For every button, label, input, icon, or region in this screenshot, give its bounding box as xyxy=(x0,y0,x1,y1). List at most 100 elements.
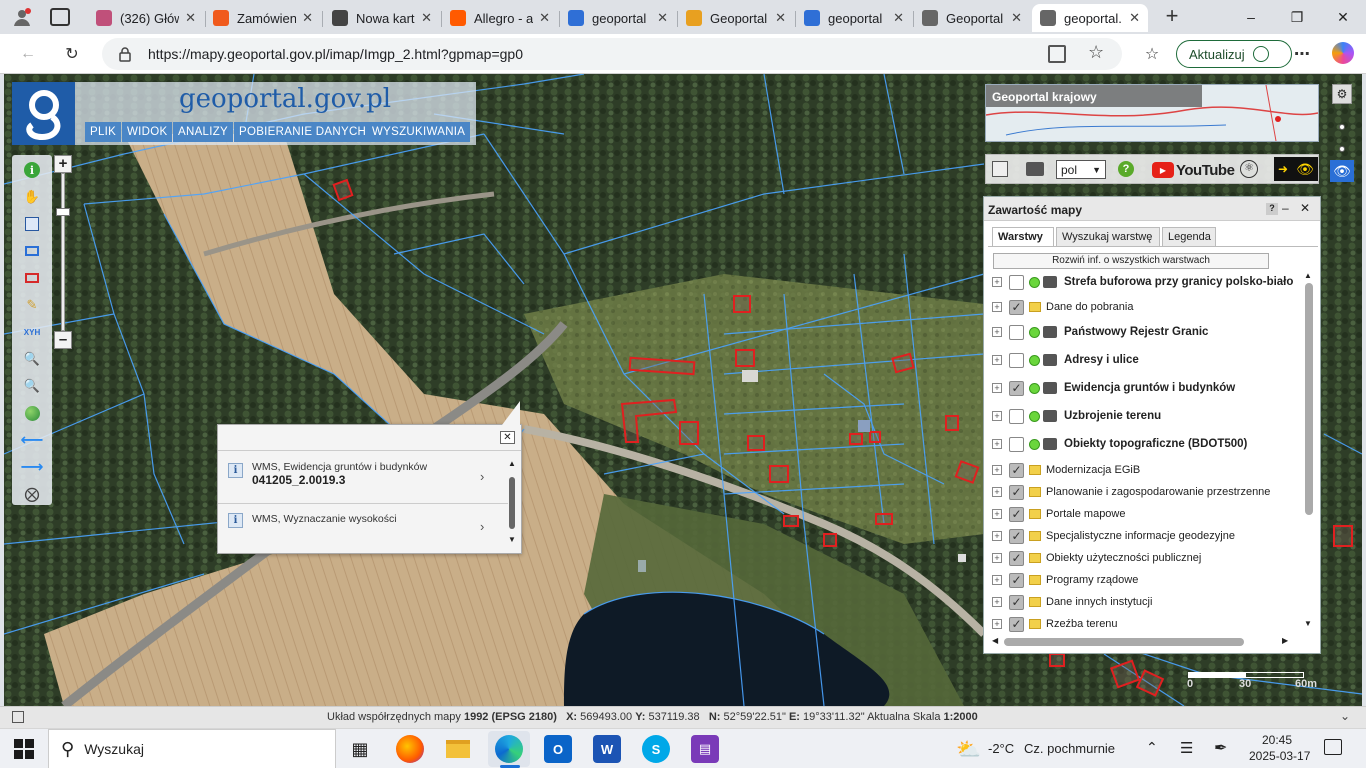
back-view-arrow-icon[interactable]: ⟵ xyxy=(21,430,44,450)
expand-all-button[interactable]: Rozwiń inf. o wszystkich warstwach xyxy=(993,253,1269,269)
youtube-button[interactable]: ▶ YouTube xyxy=(1152,160,1235,180)
browser-tab[interactable]: Zamówien ✕ xyxy=(205,4,321,32)
legend-list-icon[interactable] xyxy=(22,214,42,234)
expand-plus-icon[interactable]: + xyxy=(992,619,1002,629)
scroll-thumb[interactable] xyxy=(1305,283,1313,515)
globe-icon[interactable] xyxy=(22,403,42,423)
layers-vertical-scrollbar[interactable]: ▲ ▼ xyxy=(1304,271,1314,631)
zoom-handle[interactable] xyxy=(56,208,70,216)
layer-checkbox[interactable] xyxy=(1009,436,1024,452)
expand-plus-icon[interactable]: + xyxy=(992,411,1002,421)
zoom-in-icon[interactable]: 🔍 xyxy=(22,349,42,369)
tab-warstwy[interactable]: Warstwy xyxy=(992,227,1054,247)
layer-checkbox[interactable]: ✓ xyxy=(1009,550,1024,566)
expand-plus-icon[interactable]: + xyxy=(992,575,1002,585)
close-window-button[interactable]: ✕ xyxy=(1320,0,1366,34)
hscroll-thumb[interactable] xyxy=(1004,638,1244,646)
menu-wyszukiwania[interactable]: WYSZUKIWANIA xyxy=(367,122,471,142)
popup-scroll-up-icon[interactable]: ▲ xyxy=(508,459,516,468)
layer-row[interactable]: + ✓ Dane do pobrania xyxy=(992,296,1133,318)
browser-tab[interactable]: Geoportal ✕ xyxy=(678,4,794,32)
expand-plus-icon[interactable]: + xyxy=(992,509,1002,519)
tab-actions-icon[interactable] xyxy=(50,8,70,26)
layer-checkbox[interactable] xyxy=(1009,324,1024,340)
layer-row[interactable]: + Uzbrojenie terenu xyxy=(992,405,1161,427)
browser-tab[interactable]: Allegro - a ✕ xyxy=(442,4,558,32)
tab-close-icon[interactable]: ✕ xyxy=(539,10,550,26)
more-menu-icon[interactable]: ⋯ xyxy=(1288,40,1316,68)
layer-row[interactable]: + ✓ Rzeźba terenu xyxy=(992,613,1118,633)
new-tab-button[interactable]: + xyxy=(1160,5,1184,28)
browser-tab[interactable]: geoportal ✕ xyxy=(560,4,676,32)
panel-minimize-icon[interactable]: – xyxy=(1282,201,1289,215)
windows-start-icon[interactable] xyxy=(14,739,34,759)
firefox-icon[interactable] xyxy=(396,735,424,763)
notification-icon[interactable] xyxy=(1324,739,1342,755)
layer-row[interactable]: + Państwowy Rejestr Granic xyxy=(992,321,1208,343)
overview-minimap[interactable]: Geoportal krajowy xyxy=(985,84,1319,142)
copilot-icon[interactable] xyxy=(1332,42,1354,64)
lock-icon[interactable] xyxy=(118,46,132,65)
layer-row[interactable]: + ✓ Dane innych instytucji xyxy=(992,591,1152,613)
weather-text[interactable]: Cz. pochmurnie xyxy=(1024,741,1115,756)
favorite-star-icon[interactable]: ☆ xyxy=(1088,42,1104,63)
expand-plus-icon[interactable]: + xyxy=(992,465,1002,475)
layers-horizontal-scrollbar[interactable]: ◀ ▶ xyxy=(992,636,1292,647)
high-contrast-button[interactable]: ➜ 👁 xyxy=(1274,157,1318,181)
layer-checkbox[interactable] xyxy=(1009,352,1024,368)
browser-tab[interactable]: Geoportal ✕ xyxy=(914,4,1030,32)
layer-row[interactable]: + ✓ Portale mapowe xyxy=(992,503,1126,525)
popup-item-height[interactable]: i WMS, Wyznaczanie wysokości › xyxy=(228,507,503,543)
url-bar[interactable]: https://mapy.geoportal.gov.pl/imap/Imgp_… xyxy=(102,38,1122,70)
popup-scroll-down-icon[interactable]: ▼ xyxy=(508,535,516,544)
layer-checkbox[interactable]: ✓ xyxy=(1009,299,1024,315)
zoom-out-icon[interactable]: 🔍 xyxy=(22,376,42,396)
pan-hand-icon[interactable]: ✋ xyxy=(22,187,42,207)
visibility-eye-icon[interactable]: 👁 xyxy=(1330,160,1354,182)
popup-scrollbar[interactable]: ▲ ▼ xyxy=(507,459,517,547)
zoom-track[interactable] xyxy=(61,173,65,331)
weather-temp[interactable]: -2°C xyxy=(988,741,1014,756)
layer-checkbox[interactable] xyxy=(1009,408,1024,424)
tab-close-icon[interactable]: ✕ xyxy=(185,10,196,26)
wms-service-icon[interactable] xyxy=(1026,162,1044,176)
menu-pobieranie-danych[interactable]: POBIERANIE DANYCH xyxy=(234,122,372,142)
tab-close-icon[interactable]: ✕ xyxy=(657,10,668,26)
zoom-minus-button[interactable]: – xyxy=(54,331,72,349)
layer-checkbox[interactable]: ✓ xyxy=(1009,572,1024,588)
layer-row[interactable]: + Strefa buforowa przy granicy polsko-bia… xyxy=(992,271,1293,293)
tab-close-icon[interactable]: ✕ xyxy=(421,10,432,26)
layer-checkbox[interactable]: ✓ xyxy=(1009,616,1024,632)
table-icon[interactable] xyxy=(992,161,1008,177)
status-resize-icon[interactable] xyxy=(12,711,24,723)
app-available-icon[interactable] xyxy=(1048,45,1066,63)
task-view-icon[interactable]: ▦ xyxy=(346,735,374,763)
scroll-up-arrow-icon[interactable]: ▲ xyxy=(1304,271,1312,280)
layer-checkbox[interactable]: ✓ xyxy=(1009,506,1024,522)
menu-analizy[interactable]: ANALIZY xyxy=(173,122,234,142)
status-collapse-icon[interactable]: ⌄ xyxy=(1340,709,1350,723)
favorites-icon[interactable]: ☆ xyxy=(1138,40,1166,68)
pencil-icon[interactable]: ✎ xyxy=(22,295,42,315)
layer-checkbox[interactable]: ✓ xyxy=(1009,594,1024,610)
forward-view-arrow-icon[interactable]: ⟶ xyxy=(21,457,44,477)
expand-plus-icon[interactable]: + xyxy=(992,327,1002,337)
clock-date[interactable]: 2025-03-17 xyxy=(1249,749,1310,763)
close-tool-icon[interactable]: ⨂ xyxy=(22,484,42,504)
popup-scroll-thumb[interactable] xyxy=(509,477,515,529)
tab-close-icon[interactable]: ✕ xyxy=(893,10,904,26)
scroll-left-arrow-icon[interactable]: ◀ xyxy=(992,636,998,645)
browser-tab[interactable]: (326) Głów ✕ xyxy=(88,4,204,32)
file-explorer-icon[interactable] xyxy=(444,735,472,763)
expand-plus-icon[interactable]: + xyxy=(992,383,1002,393)
layer-row[interactable]: + ✓ Obiekty użyteczności publicznej xyxy=(992,547,1201,569)
tray-chevron-up-icon[interactable]: ⌃ xyxy=(1146,739,1158,756)
clock-time[interactable]: 20:45 xyxy=(1262,733,1292,747)
menu-widok[interactable]: WIDOK xyxy=(122,122,173,142)
help-icon[interactable]: ? xyxy=(1118,161,1134,177)
tab-wyszukaj-warstwę[interactable]: Wyszukaj warstwę xyxy=(1056,227,1160,247)
zoom-plus-button[interactable]: + xyxy=(54,155,72,173)
zoom-slider[interactable]: + – xyxy=(54,155,72,351)
tab-close-icon[interactable]: ✕ xyxy=(1129,10,1140,26)
layer-checkbox[interactable]: ✓ xyxy=(1009,484,1024,500)
